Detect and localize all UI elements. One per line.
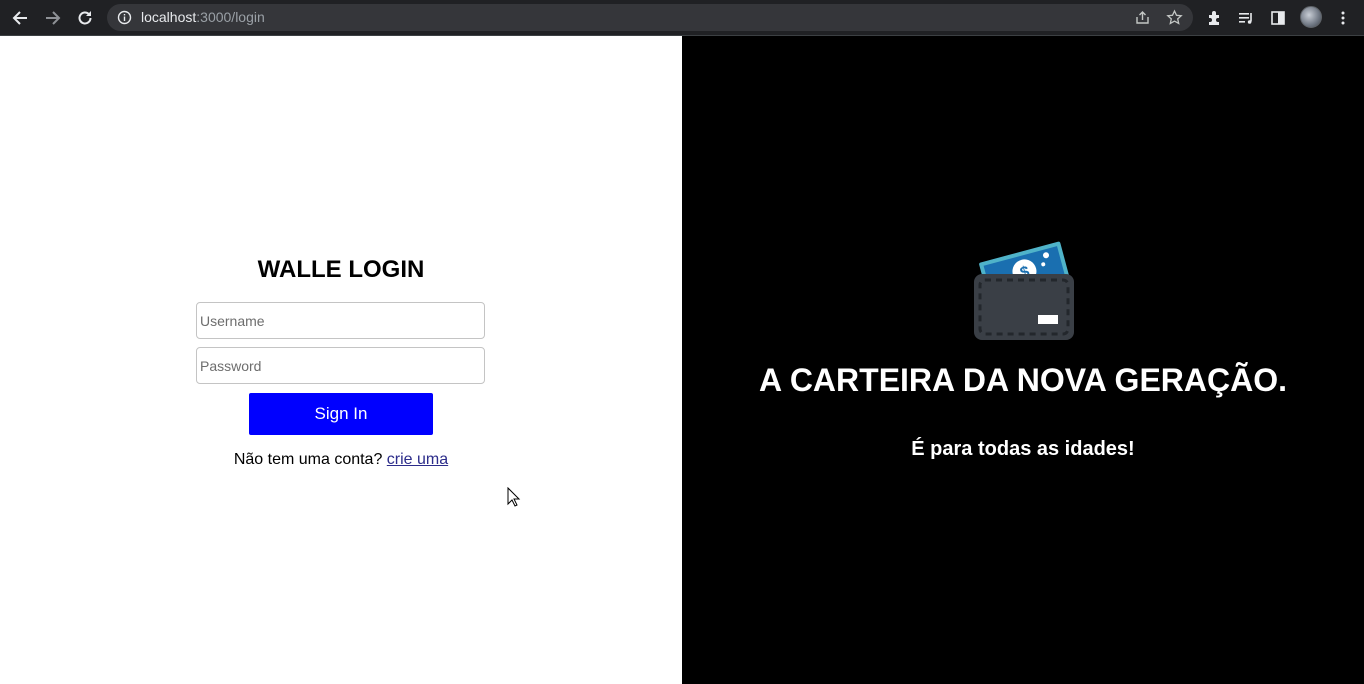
reload-icon[interactable]: [73, 6, 97, 30]
url-text[interactable]: localhost:3000/login: [141, 10, 265, 25]
forward-icon[interactable]: [41, 6, 65, 30]
page: WALLE LOGIN Sign In Não tem uma conta? c…: [0, 36, 1364, 684]
address-bar[interactable]: localhost:3000/login: [107, 4, 1193, 31]
profile-avatar[interactable]: [1300, 6, 1322, 28]
sign-in-button[interactable]: Sign In: [249, 393, 433, 435]
more-menu-icon[interactable]: [1331, 6, 1355, 30]
password-input[interactable]: [196, 347, 485, 384]
url-host: localhost: [141, 9, 197, 25]
bookmark-star-icon[interactable]: [1166, 9, 1183, 26]
side-panel-icon[interactable]: [1266, 6, 1290, 30]
url-path: :3000/login: [196, 9, 265, 25]
create-account-link[interactable]: crie uma: [387, 451, 448, 468]
hero-panel: [682, 36, 1364, 684]
no-account-text: Não tem uma conta?: [233, 451, 387, 468]
back-icon[interactable]: [8, 6, 32, 30]
browser-toolbar: localhost:3000/login: [0, 0, 1364, 36]
media-queue-icon[interactable]: [1234, 6, 1258, 30]
login-panel: WALLE LOGIN Sign In Não tem uma conta? c…: [0, 36, 682, 684]
site-info-icon[interactable]: [117, 10, 132, 25]
hero-subline: É para todas as idades!: [911, 438, 1135, 460]
signup-prompt: Não tem uma conta? crie uma: [0, 451, 682, 469]
login-title: WALLE LOGIN: [257, 256, 425, 283]
share-icon[interactable]: [1134, 9, 1151, 26]
mouse-cursor-icon: [507, 487, 521, 507]
username-input[interactable]: [196, 302, 485, 339]
hero-headline: A CARTEIRA DA NOVA GERAÇÃO.: [759, 362, 1287, 398]
wallet-icon: $: [974, 241, 1074, 340]
extensions-icon[interactable]: [1203, 6, 1227, 30]
